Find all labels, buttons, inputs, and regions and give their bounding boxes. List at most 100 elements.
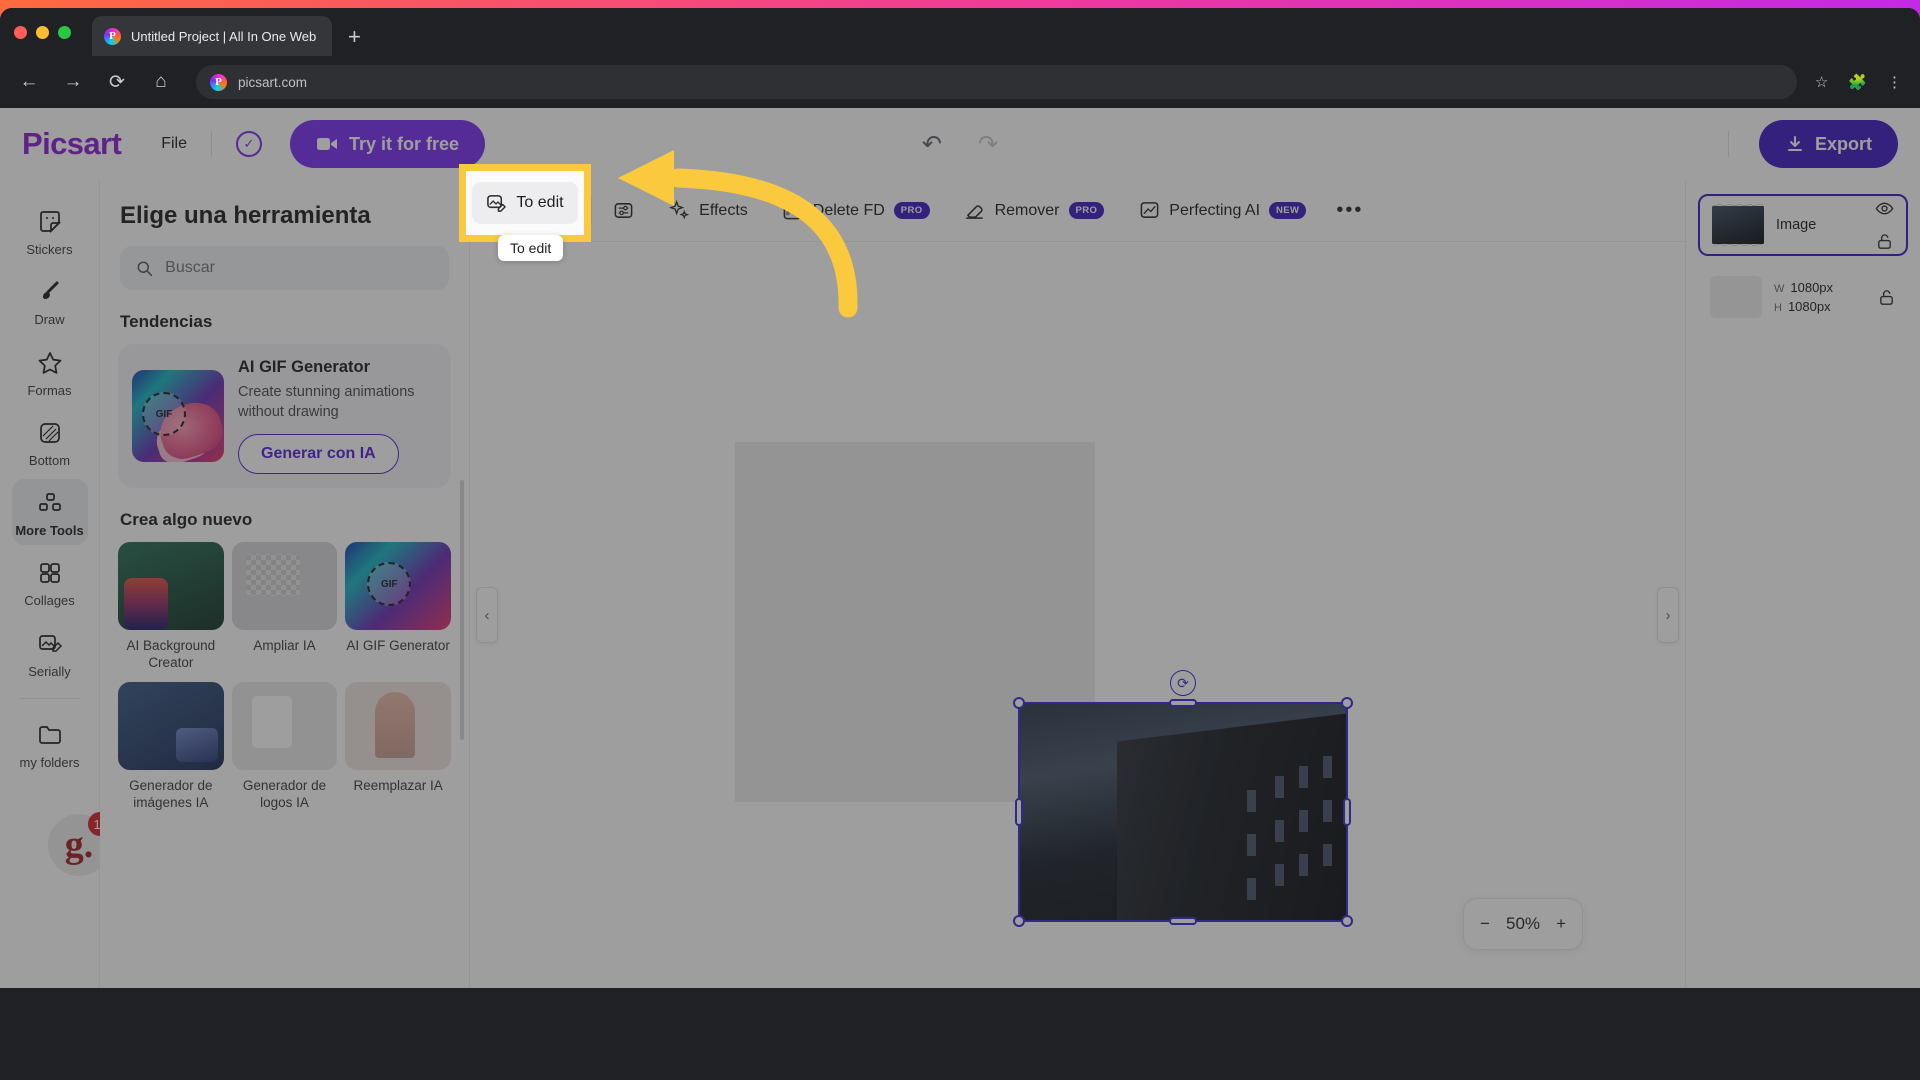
highlight-to-edit-button[interactable]: To edit <box>459 164 591 242</box>
to-edit-button[interactable]: To edit <box>472 182 578 224</box>
video-icon <box>316 138 337 150</box>
tool-card[interactable]: Ampliar IA <box>231 542 338 672</box>
sidebar-item-formas[interactable]: Formas <box>12 339 88 405</box>
search-box[interactable] <box>120 246 449 290</box>
resize-handle-br[interactable] <box>1341 915 1353 927</box>
sidebar-item-collages[interactable]: Collages <box>12 549 88 615</box>
redo-icon[interactable]: ↷ <box>978 130 998 159</box>
gif-badge-icon: GIF <box>367 562 412 607</box>
zoom-control: − 50% + <box>1463 898 1583 950</box>
zoom-in-button[interactable]: + <box>1556 914 1566 934</box>
unlock-icon[interactable] <box>1875 232 1894 251</box>
rotate-handle-icon[interactable]: ⟳ <box>1170 670 1196 696</box>
picsart-logo[interactable]: Picsart <box>22 126 122 162</box>
tool-card-thumbnail <box>231 681 338 770</box>
resize-handle-left[interactable] <box>1015 798 1023 826</box>
resize-handle-bl[interactable] <box>1013 915 1025 927</box>
saved-check-icon[interactable]: ✓ <box>235 131 262 157</box>
tool-card-label: Ampliar IA <box>253 638 316 654</box>
zoom-level-value: 50% <box>1505 914 1541 933</box>
resize-handle-tl[interactable] <box>1013 697 1025 709</box>
tool-card[interactable]: AI Background Creator <box>118 542 224 672</box>
zoom-out-button[interactable]: − <box>1480 914 1490 934</box>
resize-handle-top[interactable] <box>1169 699 1197 707</box>
collapse-right-panel-button[interactable]: › <box>1657 587 1679 643</box>
home-icon[interactable]: ⌂ <box>148 69 174 95</box>
minimize-window-button[interactable] <box>36 26 49 39</box>
tools-panel: Elige una herramienta Tendencias GIF AI … <box>100 180 470 988</box>
new-tab-button[interactable]: + <box>348 26 361 48</box>
undo-icon[interactable]: ↶ <box>922 130 942 159</box>
search-input[interactable] <box>165 259 433 277</box>
folder-icon <box>37 720 63 750</box>
tool-card[interactable]: Generador de imágenes IA <box>118 681 224 812</box>
sidebar-item-bottom[interactable]: Bottom <box>12 409 88 475</box>
forward-icon[interactable]: → <box>60 69 86 95</box>
resize-handle-tr[interactable] <box>1341 697 1353 709</box>
width-key: W <box>1774 282 1785 295</box>
generate-with-ai-button[interactable]: Generar con IA <box>238 434 399 475</box>
tab-strip: P Untitled Project | All In One Web E + <box>0 8 1920 56</box>
toolbar-item-perfecting-ai[interactable]: Perfecting AI NEW <box>1124 190 1320 232</box>
sidebar-item-more-tools[interactable]: More Tools <box>11 479 88 546</box>
try-it-free-button[interactable]: Try it for free <box>289 120 486 168</box>
reload-icon[interactable]: ⟳ <box>104 69 130 95</box>
eraser-icon <box>964 200 986 222</box>
panel-scrollbar[interactable] <box>460 480 464 740</box>
picsart-app: Picsart File ✓ Try it for free ↶ ↷ Expor… <box>0 108 1920 988</box>
header-divider-2 <box>1727 131 1729 157</box>
toolbar-item-remover[interactable]: Remover PRO <box>950 190 1119 232</box>
toolbar-item-adjust[interactable] <box>598 190 648 232</box>
resize-handle-right[interactable] <box>1343 798 1351 826</box>
effects-icon <box>668 200 690 222</box>
header-divider <box>210 131 212 157</box>
sidebar-item-my-folders[interactable]: my folders <box>12 711 88 777</box>
address-bar[interactable]: P picsart.com <box>196 65 1797 99</box>
toolbar-item-effects[interactable]: Effects <box>654 190 762 232</box>
tab-title: Untitled Project | All In One Web E <box>131 28 320 44</box>
selected-layer-frame[interactable]: ⟳ <box>1013 670 1353 927</box>
sidebar-item-label: Stickers <box>26 242 73 257</box>
artboard[interactable]: ⟳ <box>735 442 1353 927</box>
tool-card-grid: AI Background Creator Ampliar IA GIF AI … <box>100 542 469 812</box>
checker-icon <box>782 200 804 222</box>
tool-card[interactable]: Reemplazar IA <box>345 681 451 812</box>
tool-card[interactable]: GIF AI GIF Generator <box>345 542 451 672</box>
toolbar-item-label: Remover <box>994 201 1060 219</box>
adjust-sliders-icon <box>612 200 634 222</box>
back-icon[interactable]: ← <box>16 69 42 95</box>
browser-menu-icon[interactable]: ⋮ <box>1887 73 1902 91</box>
trending-card[interactable]: GIF AI GIF Generator Create stunning ani… <box>118 344 451 489</box>
building-shape <box>1116 712 1346 920</box>
photos-icon <box>37 629 63 659</box>
resize-handle-bottom[interactable] <box>1169 917 1197 925</box>
canvas-stage[interactable]: ⟳ ‹ › − 50% + <box>470 242 1685 988</box>
bookmark-star-icon[interactable]: ☆ <box>1815 73 1828 91</box>
eye-icon[interactable] <box>1875 199 1894 218</box>
layer-item[interactable]: Image <box>1698 194 1908 256</box>
favicon-picsart-icon: P <box>104 27 121 45</box>
export-label: Export <box>1814 133 1872 154</box>
toolbar-item-delete-fd[interactable]: Delete FD PRO <box>768 190 944 232</box>
height-value: 1080px <box>1787 299 1831 314</box>
browser-tab[interactable]: P Untitled Project | All In One Web E <box>92 16 332 56</box>
help-widget-logo: g. <box>64 823 94 866</box>
site-favicon-icon: P <box>210 73 227 91</box>
canvas-size-row: W 1080px H 1080px <box>1698 266 1908 328</box>
maximize-window-button[interactable] <box>58 26 71 39</box>
toolbar-more-button[interactable]: ••• <box>1326 199 1373 222</box>
file-menu[interactable]: File <box>161 135 187 153</box>
export-button[interactable]: Export <box>1758 120 1898 168</box>
close-window-button[interactable] <box>14 26 27 39</box>
unlock-icon[interactable] <box>1877 288 1896 307</box>
sidebar-divider <box>18 698 81 700</box>
extensions-icon[interactable]: 🧩 <box>1848 73 1867 91</box>
url-bar-row: ← → ⟳ ⌂ P picsart.com ☆ 🧩 ⋮ <box>0 56 1920 108</box>
sidebar-item-serially[interactable]: Serially <box>12 620 88 686</box>
window-controls[interactable] <box>14 26 71 39</box>
pro-badge: PRO <box>893 202 930 219</box>
sidebar-item-draw[interactable]: Draw <box>12 268 88 334</box>
collapse-left-panel-button[interactable]: ‹ <box>476 587 498 643</box>
tool-card[interactable]: Generador de logos IA <box>231 681 338 812</box>
sidebar-item-stickers[interactable]: Stickers <box>12 198 88 264</box>
